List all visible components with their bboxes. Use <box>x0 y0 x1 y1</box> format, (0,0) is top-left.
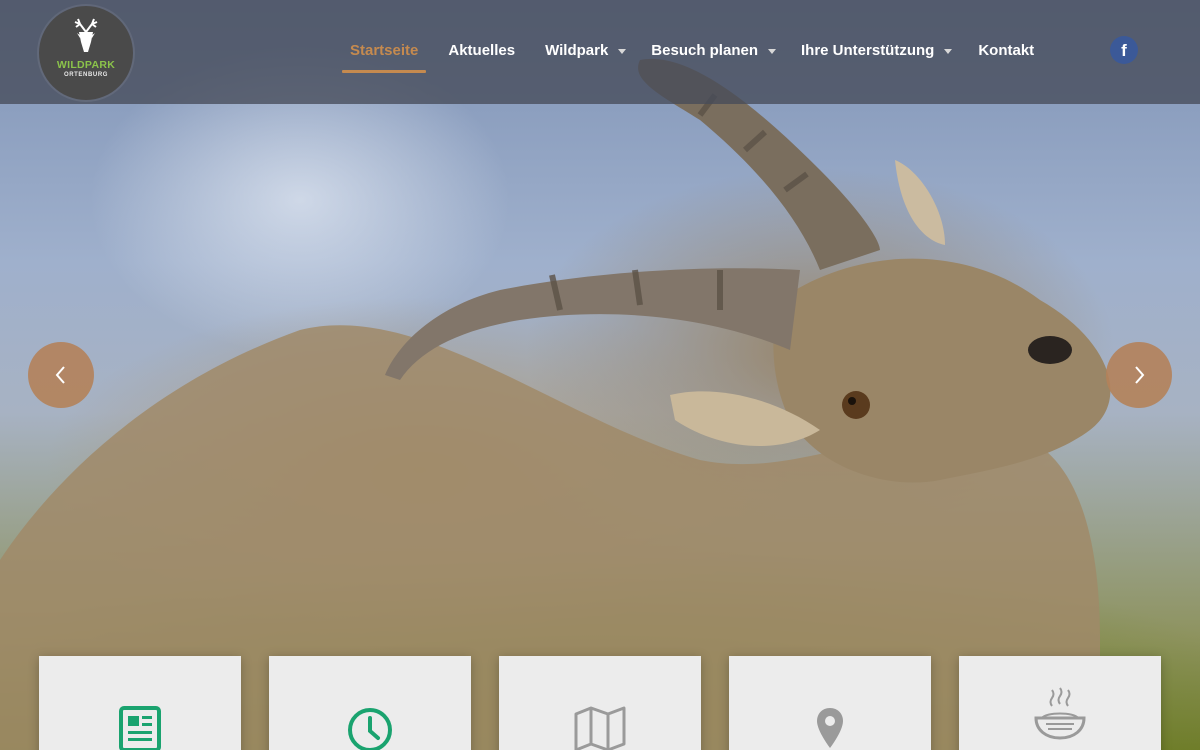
chevron-down-icon <box>618 48 627 54</box>
slider-prev-button[interactable] <box>28 342 94 408</box>
nav-item-kontakt[interactable]: Kontakt <box>970 36 1042 66</box>
facebook-icon[interactable]: f <box>1110 36 1138 64</box>
clock-icon <box>348 708 392 750</box>
chevron-right-icon <box>1135 366 1145 384</box>
card-location[interactable] <box>729 656 931 750</box>
feature-cards <box>0 656 1200 750</box>
site-logo[interactable]: WILDPARK ORTENBURG <box>39 6 133 100</box>
nav-label: Aktuelles <box>448 42 516 59</box>
hero-image <box>0 0 1200 750</box>
nav-label: Kontakt <box>978 42 1035 59</box>
nav-item-besuch-planen[interactable]: Besuch planen <box>643 36 784 66</box>
news-icon <box>119 706 161 750</box>
logo-subtitle: ORTENBURG <box>63 72 109 78</box>
header-bar: WILDPARK ORTENBURG Startseite Aktuelles … <box>0 0 1200 104</box>
nav-label: Besuch planen <box>651 42 758 59</box>
nav-label: Wildpark <box>545 42 609 59</box>
card-news[interactable] <box>39 656 241 750</box>
chevron-down-icon <box>944 48 953 54</box>
facebook-glyph: f <box>1121 41 1127 60</box>
nav-item-aktuelles[interactable]: Aktuelles <box>440 36 523 66</box>
stag-icon <box>74 18 98 52</box>
card-food[interactable] <box>959 656 1161 750</box>
card-map[interactable] <box>499 656 701 750</box>
chevron-left-icon <box>55 366 65 384</box>
chevron-down-icon <box>768 48 776 54</box>
nav-item-ihre-unterstuetzung[interactable]: Ihre Unterstützung <box>793 36 960 66</box>
food-bowl-icon <box>1034 687 1086 740</box>
ibex-illustration <box>0 58 1111 750</box>
nav-label: Ihre Unterstützung <box>801 42 935 59</box>
map-icon <box>574 706 626 750</box>
nav-label: Startseite <box>350 42 419 59</box>
card-opening-hours[interactable] <box>269 656 471 750</box>
location-pin-icon <box>817 708 843 748</box>
main-nav: Startseite Aktuelles Wildpark Besuch pla… <box>342 36 1042 73</box>
logo-title: WILDPARK <box>56 59 116 71</box>
nav-item-wildpark[interactable]: Wildpark <box>537 36 634 66</box>
nav-item-startseite[interactable]: Startseite <box>342 36 427 73</box>
slider-next-button[interactable] <box>1106 342 1172 408</box>
